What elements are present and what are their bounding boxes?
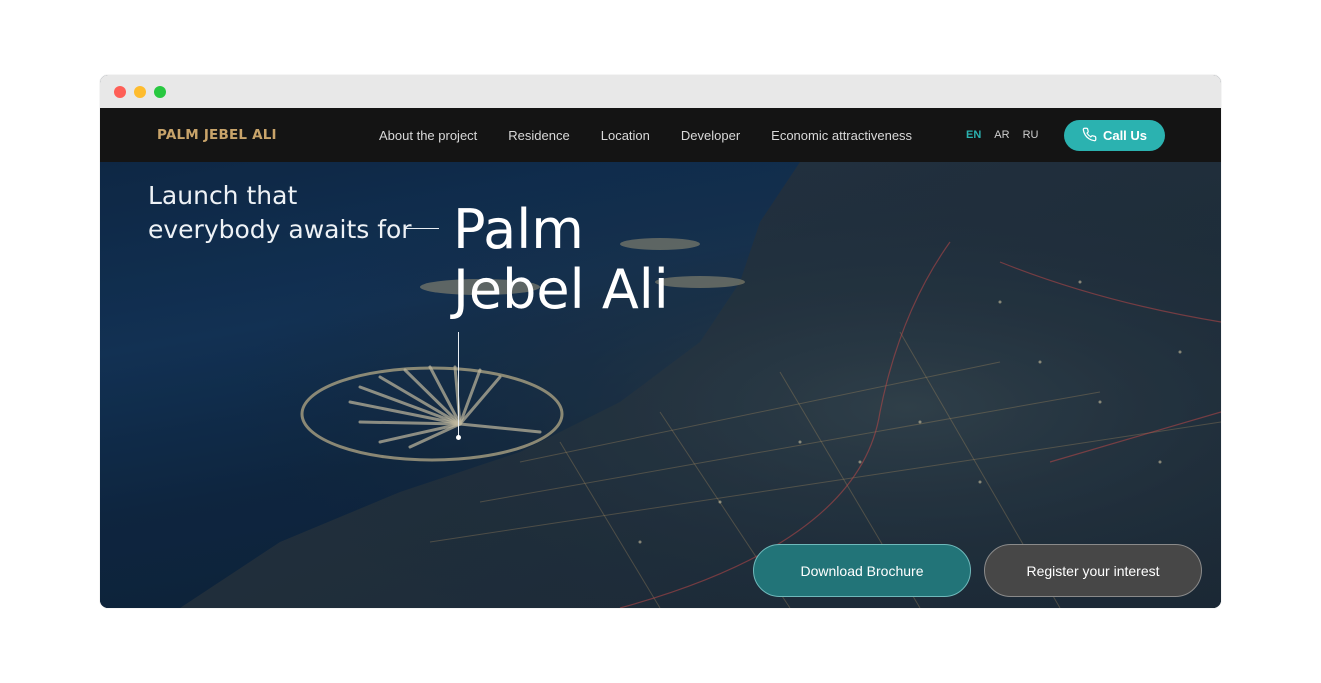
maximize-window-button[interactable] [154,85,166,98]
hero-title-line2: Jebel Ali [453,258,669,321]
call-us-label: Call Us [1102,128,1148,143]
call-us-button[interactable]: Call Us [1064,120,1165,151]
minimize-window-button[interactable] [134,85,146,98]
phone-icon [1082,127,1097,145]
nav-link-about[interactable]: About the project [379,128,477,143]
hero-title-line1: Palm [453,198,584,261]
main-nav: About the project Residence Location Dev… [379,108,943,162]
nav-link-economic[interactable]: Economic attractiveness [771,128,912,143]
site-header: PALM JEBEL ALI About the project Residen… [100,108,1221,162]
window-titlebar [100,75,1221,108]
hero-tagline: Launch that everybody awaits for [148,179,412,247]
hero-section: Launch that everybody awaits for Palm Je… [100,162,1221,608]
nav-link-residence[interactable]: Residence [508,128,569,143]
nav-link-developer[interactable]: Developer [681,128,740,143]
register-interest-button[interactable]: Register your interest [984,544,1202,597]
site-logo[interactable]: PALM JEBEL ALI [157,108,277,162]
close-window-button[interactable] [114,85,126,98]
lang-ru[interactable]: RU [1023,129,1039,141]
tagline-dash-divider [406,228,439,229]
hero-title: Palm Jebel Ali [453,200,669,320]
download-brochure-button[interactable]: Download Brochure [753,544,971,597]
language-switcher: EN AR RU [966,108,1038,162]
pointer-dot [456,435,461,440]
tagline-line2: everybody awaits for [148,215,412,244]
pointer-line [458,332,459,438]
browser-window: PALM JEBEL ALI About the project Residen… [100,75,1221,608]
lang-en[interactable]: EN [966,129,981,141]
tagline-line1: Launch that [148,181,298,210]
nav-link-location[interactable]: Location [601,128,650,143]
lang-ar[interactable]: AR [994,129,1009,141]
